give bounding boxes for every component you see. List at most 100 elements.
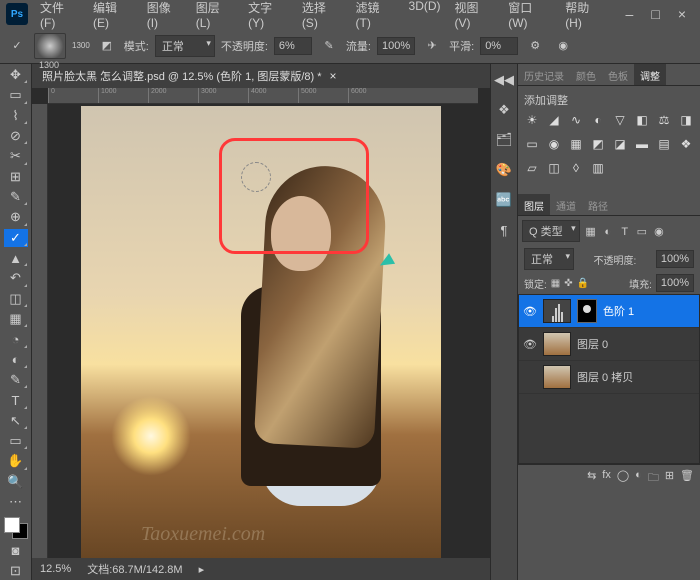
invert-icon[interactable]: ◩ xyxy=(590,136,606,152)
menu-type[interactable]: 文字(Y) xyxy=(242,0,294,34)
layer-thumbnail[interactable] xyxy=(543,299,571,323)
tab-history[interactable]: 历史记录 xyxy=(518,64,570,85)
levels-icon[interactable]: ◢ xyxy=(546,112,562,128)
navigator-icon[interactable]: ❖ xyxy=(494,100,514,120)
pressure-opacity-icon[interactable]: ✎ xyxy=(318,35,340,57)
brush-panel-toggle[interactable]: ◩ xyxy=(96,35,118,57)
paragraph-icon[interactable]: ¶ xyxy=(494,220,514,240)
layer-thumbnail[interactable] xyxy=(543,365,571,389)
dodge-tool[interactable]: ◐ xyxy=(4,351,28,369)
color-swatches[interactable] xyxy=(4,517,28,539)
settings-gear-icon[interactable]: ⚙ xyxy=(524,35,546,57)
gradient-tool[interactable]: ▦ xyxy=(4,310,28,328)
layer-name[interactable]: 图层 0 拷贝 xyxy=(577,369,633,385)
photo-filter-icon[interactable]: ▭ xyxy=(524,136,540,152)
channel-mixer-icon[interactable]: ◉ xyxy=(546,136,562,152)
brush-preset-picker[interactable] xyxy=(34,33,66,59)
layer-name[interactable]: 色阶 1 xyxy=(603,303,634,319)
adj-extra3-icon[interactable]: ◊ xyxy=(568,160,584,176)
close-button[interactable]: × xyxy=(678,6,686,22)
filter-smart-icon[interactable]: ◉ xyxy=(652,225,666,238)
menu-edit[interactable]: 编辑(E) xyxy=(87,0,139,34)
zoom-level[interactable]: 12.5% xyxy=(40,563,71,575)
tab-close-icon[interactable]: × xyxy=(330,69,337,83)
expand-icon[interactable]: ◀◀ xyxy=(494,70,514,90)
menu-layer[interactable]: 图层(L) xyxy=(190,0,240,34)
layer-filter-select[interactable]: Q 类型 xyxy=(522,220,580,242)
link-layers-icon[interactable]: ⇆ xyxy=(587,469,596,488)
threshold-icon[interactable]: ▬ xyxy=(634,136,650,152)
lasso-tool[interactable]: ⌇ xyxy=(4,107,28,125)
frame-tool[interactable]: ⊞ xyxy=(4,168,28,186)
curves-icon[interactable]: ∿ xyxy=(568,112,584,128)
color-balance-icon[interactable]: ⚖ xyxy=(656,112,672,128)
filter-type-icon[interactable]: T xyxy=(618,226,632,238)
healing-tool[interactable]: ⊕ xyxy=(4,208,28,226)
pen-tool[interactable]: ✎ xyxy=(4,371,28,389)
adj-extra4-icon[interactable]: ▥ xyxy=(590,160,606,176)
filter-pixel-icon[interactable]: ▦ xyxy=(584,225,598,238)
layer-thumbnail[interactable] xyxy=(543,332,571,356)
gradient-map-icon[interactable]: ▤ xyxy=(656,136,672,152)
new-group-icon[interactable]: 🗀 xyxy=(648,469,659,488)
tab-swatches[interactable]: 色板 xyxy=(602,64,634,85)
tab-color[interactable]: 颜色 xyxy=(570,64,602,85)
posterize-icon[interactable]: ◪ xyxy=(612,136,628,152)
exposure-icon[interactable]: ◐ xyxy=(590,112,606,128)
menu-select[interactable]: 选择(S) xyxy=(296,0,348,34)
bw-icon[interactable]: ◨ xyxy=(678,112,694,128)
menu-filter[interactable]: 滤镜(T) xyxy=(350,0,401,34)
adj-extra2-icon[interactable]: ◫ xyxy=(546,160,562,176)
layer-opacity-input[interactable]: 100% xyxy=(656,250,694,268)
layer-mask-thumbnail[interactable] xyxy=(577,299,597,323)
edit-toolbar[interactable]: ⋯ xyxy=(4,493,28,511)
blur-tool[interactable]: ◔ xyxy=(4,330,28,348)
flow-input[interactable]: 100% xyxy=(377,37,415,55)
layer-row[interactable]: 👁 色阶 1 xyxy=(519,295,699,328)
quick-select-tool[interactable]: ⊘ xyxy=(4,127,28,145)
filter-adjust-icon[interactable]: ◐ xyxy=(601,226,615,238)
character-icon[interactable]: 🔤 xyxy=(494,190,514,210)
layer-row[interactable]: 图层 0 拷贝 xyxy=(519,361,699,394)
info-icon[interactable]: 🗂 xyxy=(494,130,514,150)
filter-shape-icon[interactable]: ▭ xyxy=(635,225,649,238)
selective-color-icon[interactable]: ❖ xyxy=(678,136,694,152)
lock-all-icon[interactable]: 🔒 xyxy=(577,278,589,289)
visibility-toggle[interactable]: 👁 xyxy=(523,305,537,318)
eraser-tool[interactable]: ◫ xyxy=(4,290,28,308)
maximize-button[interactable]: □ xyxy=(651,6,659,22)
menu-image[interactable]: 图像(I) xyxy=(141,0,188,34)
quick-mask-toggle[interactable]: ◙ xyxy=(4,541,28,559)
hue-sat-icon[interactable]: ◧ xyxy=(634,112,650,128)
type-tool[interactable]: T xyxy=(4,391,28,409)
lock-position-icon[interactable]: ✜ xyxy=(564,278,572,289)
color-lookup-icon[interactable]: ▦ xyxy=(568,136,584,152)
menu-3d[interactable]: 3D(D) xyxy=(403,0,447,34)
smoothing-input[interactable]: 0% xyxy=(480,37,518,55)
menu-help[interactable]: 帮助(H) xyxy=(559,0,611,34)
add-mask-icon[interactable]: ◯ xyxy=(617,469,629,488)
menu-window[interactable]: 窗口(W) xyxy=(502,0,557,34)
layer-style-icon[interactable]: fx xyxy=(602,469,611,488)
zoom-tool[interactable]: 🔍 xyxy=(4,473,28,491)
airbrush-icon[interactable]: ✈ xyxy=(421,35,443,57)
shape-tool[interactable]: ▭ xyxy=(4,432,28,450)
tab-adjustments[interactable]: 调整 xyxy=(634,64,666,85)
brush-tool[interactable]: ✓ xyxy=(4,229,28,247)
tab-layers[interactable]: 图层 xyxy=(518,194,550,215)
opacity-input[interactable]: 6% xyxy=(274,37,312,55)
fill-input[interactable]: 100% xyxy=(656,274,694,292)
menu-view[interactable]: 视图(V) xyxy=(449,0,501,34)
lock-pixels-icon[interactable]: ▦ xyxy=(551,278,560,289)
new-adjustment-icon[interactable]: ◐ xyxy=(635,469,642,488)
history-brush-tool[interactable]: ↶ xyxy=(4,269,28,287)
layer-name[interactable]: 图层 0 xyxy=(577,336,608,352)
move-tool[interactable]: ✥ xyxy=(4,66,28,84)
layer-blend-mode[interactable]: 正常 xyxy=(524,248,574,270)
minimize-button[interactable]: – xyxy=(626,6,634,22)
color-icon[interactable]: 🎨 xyxy=(494,160,514,180)
marquee-tool[interactable]: ▭ xyxy=(4,86,28,104)
delete-layer-icon[interactable]: 🗑 xyxy=(680,469,694,488)
hand-tool[interactable]: ✋ xyxy=(4,452,28,470)
new-layer-icon[interactable]: ⊞ xyxy=(665,469,674,488)
